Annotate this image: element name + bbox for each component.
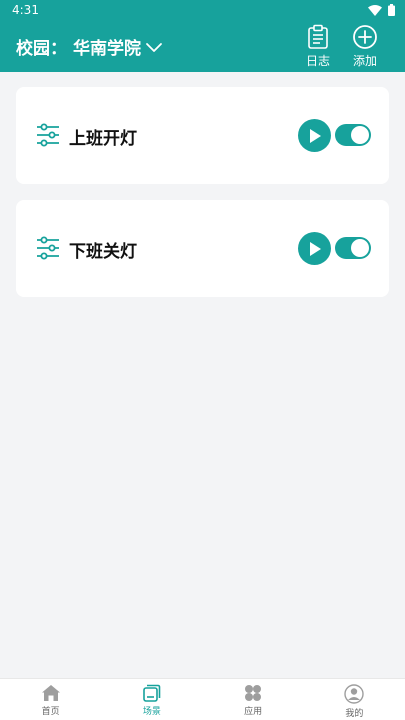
scene-card[interactable]: 下班关灯 xyxy=(16,200,389,297)
toggle-knob xyxy=(350,238,370,258)
nav-label: 我的 xyxy=(345,709,364,719)
play-icon xyxy=(309,128,321,143)
nav-label: 首页 xyxy=(41,707,60,717)
nav-label: 应用 xyxy=(244,707,263,717)
profile-icon xyxy=(344,684,365,704)
app-header: 4:31 校园： 华南学院 日志 添加 xyxy=(0,0,405,72)
play-icon xyxy=(309,241,321,256)
chevron-down-icon xyxy=(146,42,162,52)
battery-icon xyxy=(388,4,395,16)
nav-item-profile[interactable]: 我的 xyxy=(304,679,405,720)
scene-icon xyxy=(143,684,161,702)
campus-label: 校园： xyxy=(16,39,67,59)
apps-icon xyxy=(245,685,262,701)
home-icon xyxy=(41,685,60,701)
toggle-knob xyxy=(350,125,370,145)
log-label: 日志 xyxy=(305,54,330,68)
add-circle-icon xyxy=(353,25,377,49)
wifi-icon xyxy=(368,4,382,16)
run-scene-button[interactable] xyxy=(298,232,331,265)
scene-name: 下班关灯 xyxy=(69,242,137,262)
scene-enable-toggle[interactable] xyxy=(335,237,371,259)
status-bar: 4:31 xyxy=(0,0,405,22)
scene-name: 上班开灯 xyxy=(69,129,137,149)
clipboard-icon xyxy=(308,24,328,49)
nav-item-apps[interactable]: 应用 xyxy=(203,679,304,720)
log-button[interactable]: 日志 xyxy=(298,24,338,69)
sliders-icon[interactable] xyxy=(36,123,60,147)
status-icons xyxy=(368,4,395,16)
scene-enable-toggle[interactable] xyxy=(335,124,371,146)
nav-item-scene[interactable]: 场景 xyxy=(101,679,202,720)
run-scene-button[interactable] xyxy=(298,119,331,152)
campus-name: 华南学院 xyxy=(73,39,141,59)
scene-card[interactable]: 上班开灯 xyxy=(16,87,389,184)
sliders-icon[interactable] xyxy=(36,236,60,260)
status-time: 4:31 xyxy=(12,3,39,17)
nav-item-home[interactable]: 首页 xyxy=(0,679,101,720)
add-label: 添加 xyxy=(352,54,377,68)
add-button[interactable]: 添加 xyxy=(345,24,385,69)
campus-selector[interactable]: 校园： 华南学院 xyxy=(16,34,163,59)
nav-label: 场景 xyxy=(142,707,161,717)
bottom-nav: 首页 场景 应用 我的 xyxy=(0,678,405,720)
